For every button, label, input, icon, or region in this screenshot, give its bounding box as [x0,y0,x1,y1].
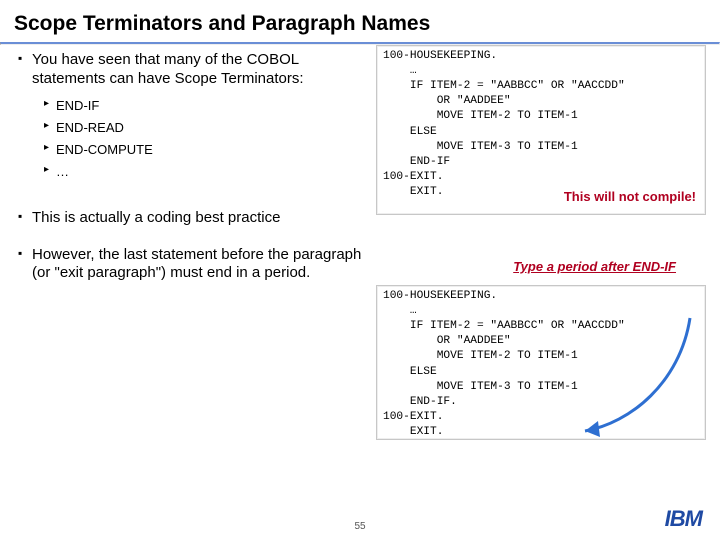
ibm-logo: IBM [665,506,702,532]
left-column: You have seen that many of the COBOL sta… [18,51,368,289]
sub-end-read: END-READ [44,117,368,139]
bullet-period-rule: However, the last statement before the p… [18,246,368,284]
note-will-not-compile: This will not compile! [564,189,696,204]
bullet-scope-terminators: You have seen that many of the COBOL sta… [18,51,368,89]
slide-body: You have seen that many of the COBOL sta… [0,45,720,505]
code-example-good: 100-HOUSEKEEPING. … IF ITEM-2 = "AABBCC"… [376,285,706,440]
sub-ellipsis: … [44,161,368,183]
sub-end-compute: END-COMPUTE [44,139,368,161]
slide-title: Scope Terminators and Paragraph Names [0,0,720,42]
bullet-best-practice: This is actually a coding best practice [18,209,368,228]
note-type-period: Type a period after END-IF [513,259,676,274]
page-number: 55 [354,521,365,532]
sub-bullet-list: END-IF END-READ END-COMPUTE … [44,95,368,183]
sub-end-if: END-IF [44,95,368,117]
